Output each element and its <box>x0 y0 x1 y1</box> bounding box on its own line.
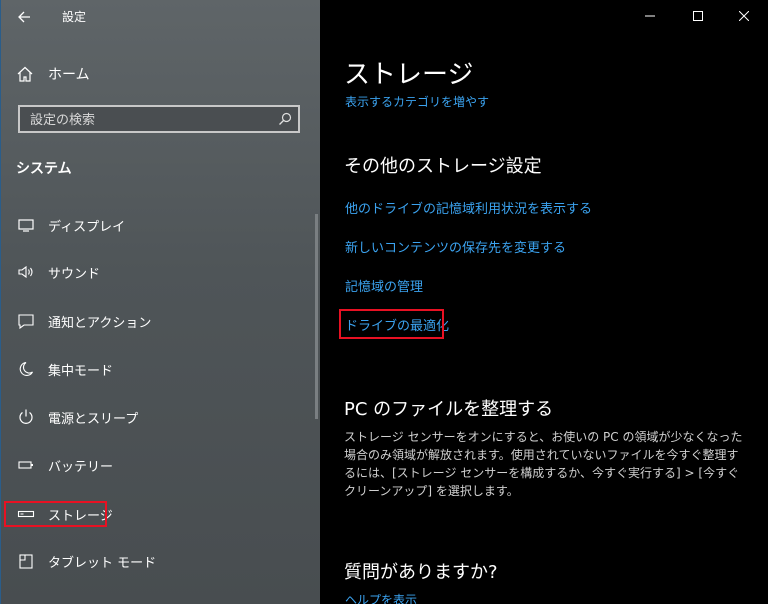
power-icon <box>19 409 33 424</box>
sidebar-item-label: サウンド <box>48 266 101 282</box>
tablet-icon <box>19 554 33 569</box>
maximize-icon <box>693 11 703 21</box>
sidebar-item-notifications[interactable]: 通知とアクション <box>16 308 151 334</box>
get-help-link[interactable]: ヘルプを表示 <box>345 591 417 604</box>
sidebar-item-label: ストレージ <box>48 508 113 524</box>
battery-icon <box>18 461 33 469</box>
close-button[interactable] <box>726 6 762 26</box>
window-border <box>0 0 1 604</box>
sidebar-item-label: 通知とアクション <box>48 315 152 331</box>
optimize-drives-link[interactable]: ドライブの最適化 <box>345 315 449 334</box>
minimize-button[interactable] <box>632 6 668 26</box>
sidebar-item-label: ディスプレイ <box>48 219 126 235</box>
sidebar-item-label: タブレット モード <box>48 555 157 571</box>
back-button[interactable] <box>12 5 36 29</box>
display-icon <box>18 219 34 232</box>
moon-icon <box>19 361 33 376</box>
search-input[interactable] <box>28 110 272 130</box>
maximize-button[interactable] <box>680 6 716 26</box>
speaker-icon <box>18 265 33 279</box>
storage-icon <box>17 510 35 518</box>
sidebar: 設定 ホーム システム ディスプレイ サウンド 通知とアクション 集中モード 電… <box>0 0 320 604</box>
view-other-drives-link[interactable]: 他のドライブの記憶域利用状況を表示する <box>345 198 592 217</box>
sidebar-item-sound[interactable]: サウンド <box>16 259 100 285</box>
sidebar-item-tablet-mode[interactable]: タブレット モード <box>16 548 156 574</box>
sidebar-scrollbar[interactable] <box>315 214 318 419</box>
minimize-icon <box>645 15 655 17</box>
sidebar-item-home[interactable]: ホーム <box>16 62 90 86</box>
notification-icon <box>18 314 34 330</box>
sidebar-item-label: 電源とスリープ <box>48 411 139 427</box>
main-content: ストレージ 表示するカテゴリを増やす その他のストレージ設定 他のドライブの記憶… <box>320 0 768 604</box>
change-save-location-link[interactable]: 新しいコンテンツの保存先を変更する <box>345 237 566 256</box>
app-title: 設定 <box>62 10 87 24</box>
search-icon[interactable] <box>278 112 292 126</box>
sidebar-item-focus-assist[interactable]: 集中モード <box>16 356 113 382</box>
sidebar-item-storage[interactable]: ストレージ <box>16 501 113 527</box>
show-more-categories-link[interactable]: 表示するカテゴリを増やす <box>345 93 489 110</box>
sidebar-item-label: 集中モード <box>48 363 114 379</box>
manage-storage-link[interactable]: 記憶域の管理 <box>345 276 423 295</box>
section-heading-system: システム <box>16 161 72 177</box>
close-icon <box>739 11 749 21</box>
organize-files-heading: PC のファイルを整理する <box>344 399 554 420</box>
other-storage-settings-heading: その他のストレージ設定 <box>344 156 542 177</box>
search-box <box>18 105 300 133</box>
page-title: ストレージ <box>344 60 474 90</box>
questions-heading: 質問がありますか? <box>344 562 498 583</box>
arrow-left-icon <box>18 11 30 23</box>
sidebar-item-label: バッテリー <box>48 459 114 475</box>
sidebar-item-battery[interactable]: バッテリー <box>16 452 113 478</box>
sidebar-item-power[interactable]: 電源とスリープ <box>16 404 138 430</box>
sidebar-item-display[interactable]: ディスプレイ <box>16 212 125 238</box>
organize-description: ストレージ センサーをオンにすると、お使いの PC の領域が少なくなった場合のみ… <box>344 430 743 498</box>
home-icon <box>17 66 33 82</box>
sidebar-home-label: ホーム <box>48 67 90 83</box>
